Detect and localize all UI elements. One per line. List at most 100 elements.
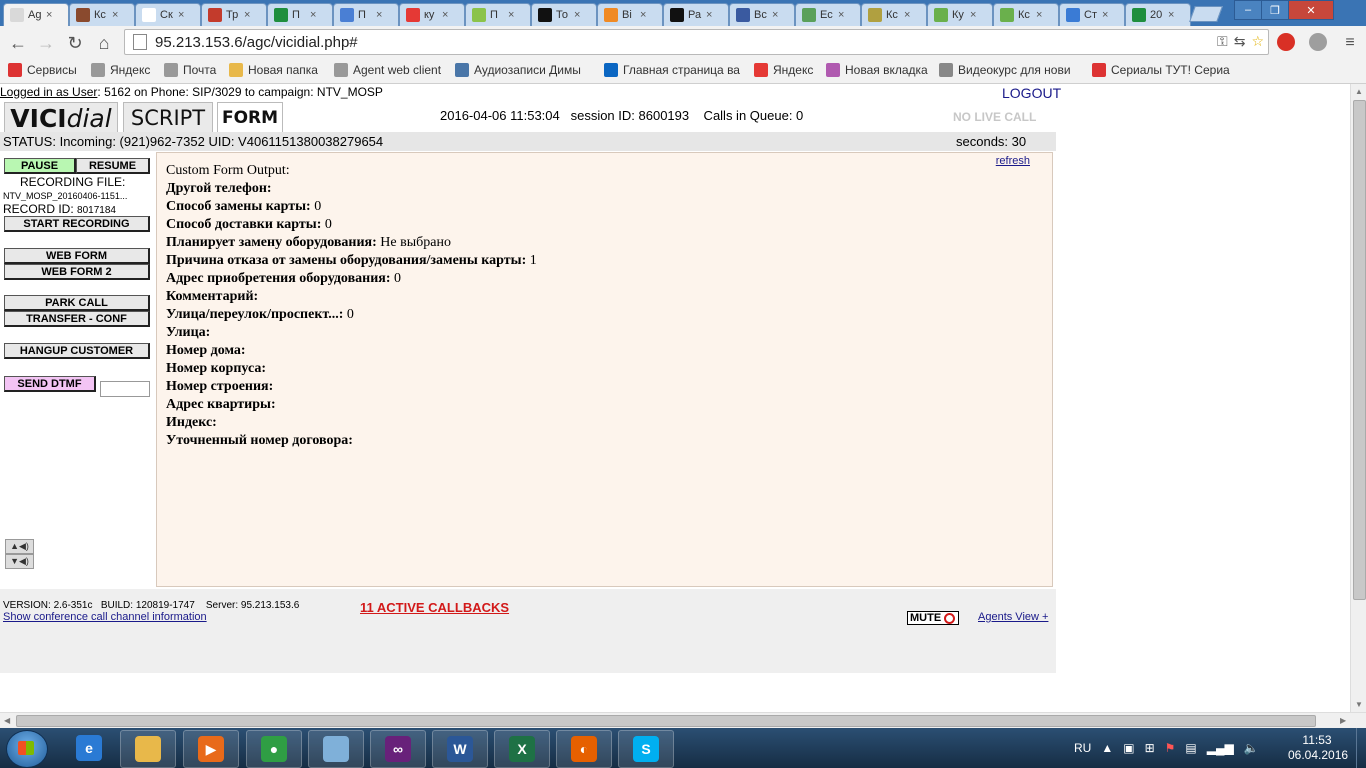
agents-view-link[interactable]: Agents View + — [978, 611, 1048, 623]
tab-close-icon[interactable]: × — [1102, 9, 1108, 21]
scroll-left-icon[interactable]: ◀ — [4, 716, 10, 725]
horizontal-scrollbar[interactable]: ◀ ▶ — [0, 712, 1366, 729]
translate-icon[interactable]: ⇆ — [1234, 33, 1246, 50]
conference-info-link[interactable]: Show conference call channel information — [3, 611, 207, 623]
tray-expand-icon[interactable]: ▲ — [1101, 741, 1113, 755]
mute-button[interactable]: MUTE — [907, 611, 959, 625]
tab-close-icon[interactable]: × — [838, 9, 844, 21]
tab-close-icon[interactable]: × — [310, 9, 316, 21]
bookmark-item[interactable]: Почта — [164, 63, 216, 77]
volume-up-icon[interactable]: ▲◀) — [5, 539, 34, 554]
resume-button[interactable]: RESUME — [76, 158, 150, 174]
tab-close-icon[interactable]: × — [508, 9, 514, 21]
browser-tab[interactable]: Кс × — [993, 3, 1059, 26]
browser-tab[interactable]: П × — [333, 3, 399, 26]
taskbar-app[interactable] — [120, 730, 176, 768]
taskbar-app[interactable]: e — [62, 730, 116, 766]
send-dtmf-button[interactable]: SEND DTMF — [4, 376, 96, 392]
browser-tab[interactable]: Ag × — [3, 3, 69, 26]
vertical-scroll-thumb[interactable] — [1353, 100, 1366, 600]
address-url[interactable]: 95.213.153.6/agc/vicidial.php# — [155, 34, 358, 51]
browser-tab[interactable]: Кс × — [69, 3, 135, 26]
scroll-right-icon[interactable]: ▶ — [1340, 716, 1346, 725]
volume-icon[interactable]: 🔈 — [1244, 741, 1259, 755]
browser-tab[interactable]: Кс × — [861, 3, 927, 26]
taskbar-app[interactable]: ∞ — [370, 730, 426, 768]
language-indicator[interactable]: RU — [1074, 741, 1091, 755]
tab-close-icon[interactable]: × — [1168, 9, 1174, 21]
action-center-icon[interactable]: ⚑ — [1165, 741, 1176, 755]
logged-in-user-link[interactable]: Logged in as User — [0, 85, 97, 99]
key-icon[interactable]: ⚿ — [1217, 33, 1228, 50]
forward-icon[interactable]: → — [34, 31, 58, 55]
tab-close-icon[interactable]: × — [640, 9, 646, 21]
pause-button[interactable]: PAUSE — [4, 158, 76, 174]
bookmark-item[interactable]: Новая папка — [229, 63, 318, 77]
reload-icon[interactable]: ↻ — [63, 31, 87, 55]
taskbar-app[interactable]: ◐ — [556, 730, 612, 768]
transfer-conf-button[interactable]: TRANSFER - CONF — [4, 311, 150, 327]
tab-close-icon[interactable]: × — [244, 9, 250, 21]
new-tab-button[interactable] — [1189, 6, 1223, 22]
logout-link[interactable]: LOGOUT — [1002, 85, 1061, 101]
browser-tab[interactable]: Bi × — [597, 3, 663, 26]
bookmark-item[interactable]: Главная страница ва — [604, 63, 740, 77]
bookmark-item[interactable]: Яндекс — [754, 63, 813, 77]
adblock-icon[interactable] — [1277, 33, 1295, 51]
browser-tab[interactable]: Вс × — [729, 3, 795, 26]
browser-tab[interactable]: П × — [267, 3, 333, 26]
hangup-customer-button[interactable]: HANGUP CUSTOMER — [4, 343, 150, 359]
scroll-up-icon[interactable]: ▲ — [1355, 87, 1363, 96]
tab-script[interactable]: SCRIPT — [123, 102, 213, 133]
browser-tab[interactable]: ку × — [399, 3, 465, 26]
bookmark-item[interactable]: Agent web client — [334, 63, 441, 77]
show-desktop-button[interactable] — [1356, 728, 1366, 768]
dtmf-input[interactable] — [100, 381, 150, 397]
park-call-button[interactable]: PARK CALL — [4, 295, 150, 311]
tab-close-icon[interactable]: × — [574, 9, 580, 21]
taskbar-app[interactable]: X — [494, 730, 550, 768]
tab-close-icon[interactable]: × — [112, 9, 118, 21]
bookmark-item[interactable]: Сериалы ТУТ! Сериа — [1092, 63, 1230, 77]
back-icon[interactable]: ← — [6, 31, 30, 55]
web-form-button[interactable]: WEB FORM — [4, 248, 150, 264]
menu-icon[interactable]: ≡ — [1338, 31, 1362, 55]
browser-tab[interactable]: Ра × — [663, 3, 729, 26]
browser-tab[interactable]: Тр × — [201, 3, 267, 26]
start-recording-button[interactable]: START RECORDING — [4, 216, 150, 232]
bookmark-item[interactable]: Новая вкладка — [826, 63, 928, 77]
device-icon[interactable]: ▤ — [1185, 741, 1196, 755]
minimize-button[interactable]: – — [1234, 0, 1262, 20]
taskbar-app[interactable] — [308, 730, 364, 768]
tab-close-icon[interactable]: × — [178, 9, 184, 21]
scroll-down-icon[interactable]: ▼ — [1355, 700, 1363, 709]
extension-icon[interactable] — [1309, 33, 1327, 51]
start-button[interactable] — [6, 730, 48, 768]
browser-tab[interactable]: Ку × — [927, 3, 993, 26]
tab-close-icon[interactable]: × — [1036, 9, 1042, 21]
tab-close-icon[interactable]: × — [904, 9, 910, 21]
tab-form[interactable]: FORM — [217, 102, 283, 133]
close-window-button[interactable]: ✕ — [1288, 0, 1334, 20]
browser-tab[interactable]: Ск × — [135, 3, 201, 26]
tab-close-icon[interactable]: × — [772, 9, 778, 21]
refresh-link[interactable]: refresh — [996, 155, 1030, 167]
vertical-scrollbar[interactable]: ▲ ▼ — [1350, 84, 1366, 712]
address-bar[interactable]: 95.213.153.6/agc/vicidial.php# ⚿ ⇆ ☆ — [124, 29, 1269, 55]
horizontal-scroll-thumb[interactable] — [16, 715, 1316, 727]
bookmark-item[interactable]: Яндекс — [91, 63, 150, 77]
taskbar-app[interactable]: W — [432, 730, 488, 768]
volume-down-icon[interactable]: ▼◀) — [5, 554, 34, 569]
star-icon[interactable]: ☆ — [1251, 33, 1264, 50]
web-form-2-button[interactable]: WEB FORM 2 — [4, 264, 150, 280]
browser-tab[interactable]: П × — [465, 3, 531, 26]
bookmark-item[interactable]: Аудиозаписи Димы — [455, 63, 581, 77]
tab-close-icon[interactable]: × — [970, 9, 976, 21]
home-icon[interactable]: ⌂ — [92, 31, 116, 55]
browser-tab[interactable]: То × — [531, 3, 597, 26]
maximize-button[interactable]: ❐ — [1261, 0, 1289, 20]
tab-close-icon[interactable]: × — [442, 9, 448, 21]
tab-close-icon[interactable]: × — [376, 9, 382, 21]
browser-tab[interactable]: 20 × — [1125, 3, 1191, 26]
taskbar-app[interactable]: S — [618, 730, 674, 768]
